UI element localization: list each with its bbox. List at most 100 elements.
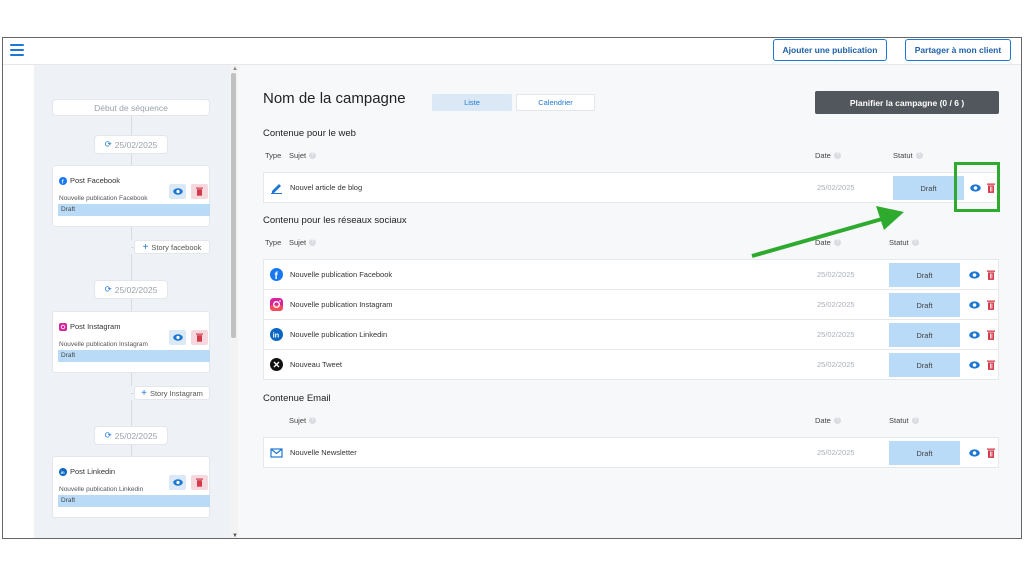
row-subject: Nouvelle publication Facebook <box>290 270 393 279</box>
card-title: Post Linkedin <box>70 467 116 476</box>
x-icon <box>270 358 283 371</box>
status-badge: Draft <box>889 293 960 317</box>
main-content: Nom de la campagne Liste Calendrier Plan… <box>239 65 1021 538</box>
row-date: 25/02/2025 <box>817 360 855 369</box>
tab-calendar[interactable]: Calendrier <box>516 94 595 111</box>
status-badge: Draft <box>58 204 210 216</box>
timeline-connector <box>131 154 132 165</box>
delete-button[interactable] <box>191 184 208 199</box>
clock-icon: ⟳ <box>104 430 112 440</box>
timeline-connector <box>131 373 132 386</box>
trash-icon[interactable] <box>985 298 997 311</box>
status-badge: Draft <box>889 441 960 465</box>
tab-list[interactable]: Liste <box>432 94 512 111</box>
eye-icon[interactable] <box>967 358 981 371</box>
scroll-up-icon[interactable]: ▲ <box>232 66 238 72</box>
eye-icon[interactable] <box>967 328 981 341</box>
delete-button[interactable] <box>191 475 208 490</box>
eye-icon[interactable] <box>967 298 981 311</box>
column-subject: Sujet? <box>289 238 317 247</box>
trash-icon <box>196 333 203 342</box>
info-icon[interactable]: ? <box>915 152 923 159</box>
add-publication-button[interactable]: Ajouter une publication <box>773 39 887 61</box>
row-subject: Nouveau Tweet <box>290 360 342 369</box>
row-date: 25/02/2025 <box>817 330 855 339</box>
eye-icon[interactable] <box>967 268 981 281</box>
card-title: Post Facebook <box>70 176 121 185</box>
status-badge: Draft <box>58 495 210 507</box>
view-button[interactable] <box>169 330 186 345</box>
info-icon[interactable]: ? <box>309 417 317 424</box>
timeline-connector <box>131 445 132 456</box>
info-icon[interactable]: ? <box>833 239 841 246</box>
table-row[interactable]: Nouvel article de blog 25/02/2025 Draft <box>263 172 999 203</box>
info-icon[interactable]: ? <box>833 417 841 424</box>
add-story-instagram-button[interactable]: + Story Instagram <box>134 386 210 400</box>
menu-icon[interactable] <box>10 44 24 56</box>
table-row[interactable]: in Nouvelle publication Linkedin 25/02/2… <box>263 319 999 350</box>
card-subtitle: Nouvelle publication Facebook <box>59 195 148 202</box>
add-story-facebook-button[interactable]: + Story facebook <box>134 240 210 254</box>
trash-icon[interactable] <box>985 268 997 281</box>
svg-text:in: in <box>273 331 280 340</box>
instagram-icon <box>270 298 283 311</box>
status-badge: Draft <box>889 323 960 347</box>
eye-icon <box>172 334 183 341</box>
table-row[interactable]: Nouvelle Newsletter 25/02/2025 Draft <box>263 437 999 468</box>
timeline-connector <box>131 227 132 240</box>
info-icon[interactable]: ? <box>833 152 841 159</box>
sequence-start: Début de séquence <box>52 99 210 116</box>
timeline-connector <box>131 400 132 426</box>
svg-text:in: in <box>61 470 65 475</box>
pencil-icon <box>271 184 282 194</box>
scroll-down-icon[interactable]: ▼ <box>232 533 238 538</box>
trash-icon[interactable] <box>985 328 997 341</box>
row-date: 25/02/2025 <box>817 448 855 457</box>
info-icon[interactable]: ? <box>911 239 919 246</box>
linkedin-icon: in <box>270 328 283 341</box>
delete-button[interactable] <box>191 330 208 345</box>
row-date: 25/02/2025 <box>817 183 855 192</box>
facebook-icon: f <box>270 268 283 281</box>
sequence-delay: ⟳ 25/02/2025 <box>94 280 168 299</box>
section-title: Contenu pour les réseaux sociaux <box>263 215 407 226</box>
eye-icon <box>172 479 183 486</box>
table-row[interactable]: f Nouvelle publication Facebook 25/02/20… <box>263 259 999 290</box>
trash-icon[interactable] <box>985 358 997 371</box>
sequence-scrollbar[interactable]: ▲ ▼ <box>230 65 238 538</box>
trash-icon <box>196 187 203 196</box>
left-rail <box>3 65 34 538</box>
eye-icon[interactable] <box>967 446 981 459</box>
column-subject: Sujet? <box>289 151 317 160</box>
plus-icon: + <box>141 387 147 399</box>
table-row[interactable]: Nouveau Tweet 25/02/2025 Draft <box>263 349 999 380</box>
trash-icon <box>196 478 203 487</box>
row-subject: Nouvelle publication Linkedin <box>290 330 388 339</box>
sequence-delay: ⟳ 25/02/2025 <box>94 135 168 154</box>
view-button[interactable] <box>169 475 186 490</box>
trash-icon[interactable] <box>985 446 997 459</box>
card-subtitle: Nouvelle publication Linkedin <box>59 486 144 493</box>
column-status: Statut? <box>889 238 919 247</box>
view-button[interactable] <box>169 184 186 199</box>
svg-text:f: f <box>62 179 64 185</box>
top-bar: Ajouter une publication Partager à mon c… <box>3 38 1021 65</box>
info-icon[interactable]: ? <box>309 239 317 246</box>
share-client-button[interactable]: Partager à mon client <box>905 39 1011 61</box>
table-row[interactable]: Nouvelle publication Instagram 25/02/202… <box>263 289 999 320</box>
sequence-card-linkedin[interactable]: in Post Linkedin Nouvelle publication Li… <box>52 456 210 518</box>
plan-campaign-button[interactable]: Planifier la campagne (0 / 6 ) <box>815 91 999 114</box>
column-status: Statut? <box>889 416 919 425</box>
column-date: Date? <box>815 416 841 425</box>
facebook-icon: f <box>59 176 67 185</box>
highlight-box <box>954 162 1000 212</box>
card-title: Post Instagram <box>70 322 121 331</box>
info-icon[interactable]: ? <box>309 152 317 159</box>
sequence-card-instagram[interactable]: Post Instagram Nouvelle publication Inst… <box>52 311 210 373</box>
sequence-card-facebook[interactable]: f Post Facebook Nouvelle publication Fac… <box>52 165 210 227</box>
info-icon[interactable]: ? <box>911 417 919 424</box>
scroll-thumb[interactable] <box>231 73 236 338</box>
column-date: Date? <box>815 151 841 160</box>
app-window: Ajouter une publication Partager à mon c… <box>2 37 1022 539</box>
section-title: Contenue pour le web <box>263 128 356 139</box>
